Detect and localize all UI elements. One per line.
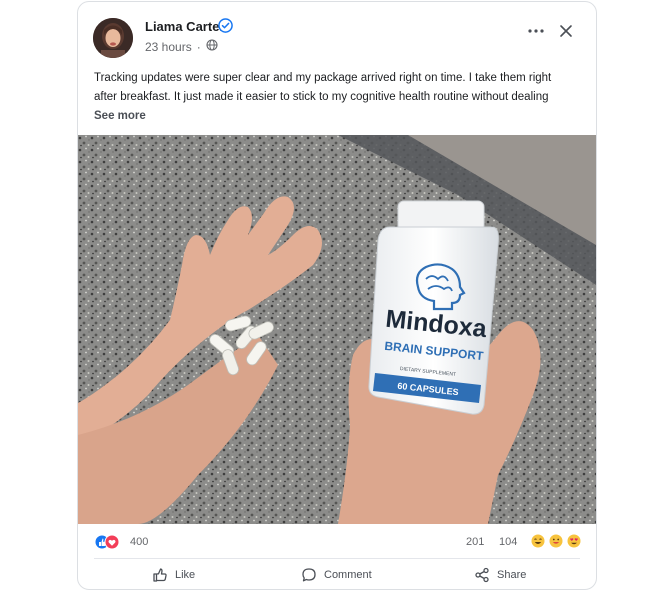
post-card: Liama Carter 23 hours · Tracking updates…	[77, 1, 597, 590]
post-header: Liama Carter 23 hours ·	[78, 2, 596, 64]
heart-eyes-emoji-icon	[567, 534, 581, 548]
post-photo[interactable]: Mindoxa BRAIN SUPPORT DIETARY SUPPLEMENT…	[78, 135, 596, 524]
post-text-line: after breakfast. It just made it easier …	[94, 91, 549, 103]
meta-separator: ·	[196, 39, 201, 54]
laugh-emoji-icon	[531, 534, 545, 548]
see-more-link[interactable]: See more	[94, 107, 146, 126]
grin-emoji-icon	[549, 534, 563, 548]
author-avatar[interactable]	[93, 18, 133, 58]
like-label: Like	[175, 568, 196, 581]
like-button[interactable]: Like	[152, 560, 195, 589]
verified-badge-icon	[218, 18, 233, 33]
shares-count[interactable]: 104	[499, 536, 517, 548]
actions-divider	[94, 558, 580, 559]
post-text: Tracking updates were super clear and my…	[94, 69, 578, 126]
share-button[interactable]: Share	[474, 560, 526, 589]
more-dots-icon	[528, 29, 544, 33]
comment-button[interactable]: Comment	[301, 560, 372, 589]
post-text-line: Tracking updates were super clear and my…	[94, 72, 552, 84]
thumbs-up-icon	[153, 567, 167, 582]
share-icon	[475, 567, 489, 582]
post-timestamp[interactable]: 23 hours	[145, 40, 192, 54]
comment-bubble-icon	[302, 567, 316, 581]
close-button[interactable]	[554, 19, 578, 43]
post-meta: 23 hours ·	[145, 39, 218, 54]
comments-count[interactable]: 201	[466, 536, 484, 548]
author-name[interactable]: Liama Carter	[145, 19, 224, 34]
reactions-count[interactable]: 400	[130, 536, 148, 548]
share-label: Share	[497, 568, 527, 581]
more-options-button[interactable]	[524, 19, 548, 43]
post-actions: Like Comment Share	[78, 560, 596, 589]
emoji-reactions[interactable]	[531, 534, 581, 548]
close-icon	[560, 25, 572, 37]
globe-icon	[206, 39, 218, 54]
supplement-bottle: Mindoxa BRAIN SUPPORT DIETARY SUPPLEMENT…	[368, 200, 499, 415]
reactions-bar: 400 201 104	[78, 526, 596, 556]
reaction-icons[interactable]	[94, 534, 120, 550]
comment-label: Comment	[324, 568, 372, 581]
